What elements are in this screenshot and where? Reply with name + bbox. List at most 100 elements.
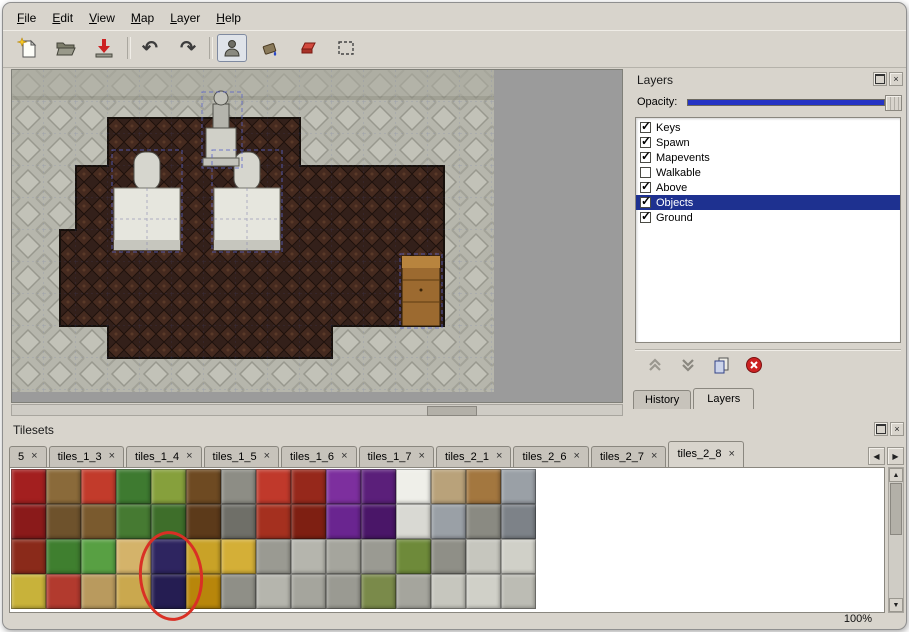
panel-close-button[interactable]: × <box>890 422 904 436</box>
tab-close-icon[interactable]: × <box>341 451 347 462</box>
tileset-tile[interactable] <box>501 469 536 504</box>
map-canvas[interactable] <box>11 69 623 403</box>
selection-tool-button[interactable] <box>331 34 361 62</box>
panel-float-button[interactable] <box>874 422 888 436</box>
tileset-palette[interactable] <box>9 467 885 613</box>
tab-close-icon[interactable]: × <box>574 451 580 462</box>
tileset-tile[interactable] <box>256 574 291 609</box>
tileset-tile[interactable] <box>361 469 396 504</box>
raise-layer-button[interactable] <box>643 353 667 377</box>
tileset-tile[interactable] <box>256 469 291 504</box>
tileset-tile[interactable] <box>326 504 361 539</box>
open-file-button[interactable] <box>51 34 81 62</box>
layer-row-ground[interactable]: Ground <box>636 210 900 225</box>
panel-float-button[interactable] <box>873 72 887 86</box>
eraser-tool-button[interactable] <box>293 34 323 62</box>
opacity-slider[interactable] <box>687 99 885 106</box>
tileset-tile[interactable] <box>396 469 431 504</box>
tileset-tile[interactable] <box>11 574 46 609</box>
tab-close-icon[interactable]: × <box>109 451 115 462</box>
tileset-tile[interactable] <box>221 504 256 539</box>
layer-row-above[interactable]: Above <box>636 180 900 195</box>
tab-close-icon[interactable]: × <box>728 449 734 460</box>
scroll-up-button[interactable]: ▲ <box>889 468 903 482</box>
tileset-tile[interactable] <box>431 504 466 539</box>
menu-layer[interactable]: Layer <box>162 8 208 28</box>
tileset-tile[interactable] <box>291 504 326 539</box>
tileset-tab[interactable]: 5 × <box>9 446 47 467</box>
tab-close-icon[interactable]: × <box>419 451 425 462</box>
lower-layer-button[interactable] <box>676 353 700 377</box>
layer-checkbox[interactable] <box>640 197 651 208</box>
stamp-tool-button[interactable] <box>217 34 247 62</box>
tileset-tile[interactable] <box>291 469 326 504</box>
tileset-tile[interactable] <box>326 539 361 574</box>
layer-row-walkable[interactable]: Walkable <box>636 165 900 180</box>
scrollbar-thumb[interactable] <box>890 483 902 535</box>
tileset-tab[interactable]: tiles_2_1 × <box>436 446 511 467</box>
opacity-slider-handle[interactable] <box>885 95 902 111</box>
redo-button[interactable]: ↷ <box>173 34 203 62</box>
tab-close-icon[interactable]: × <box>651 451 657 462</box>
tileset-tile[interactable] <box>431 539 466 574</box>
fill-tool-button[interactable] <box>255 34 285 62</box>
tileset-tile[interactable] <box>46 574 81 609</box>
delete-layer-button[interactable] <box>742 353 766 377</box>
tileset-tile[interactable] <box>11 539 46 574</box>
tileset-tile[interactable] <box>81 574 116 609</box>
tileset-tile[interactable] <box>46 504 81 539</box>
duplicate-layer-button[interactable] <box>709 353 733 377</box>
menu-help[interactable]: Help <box>208 8 249 28</box>
tab-close-icon[interactable]: × <box>496 451 502 462</box>
tileset-tile[interactable] <box>431 469 466 504</box>
scroll-tabs-right-button[interactable]: ▶ <box>887 447 904 465</box>
tileset-tile[interactable] <box>431 574 466 609</box>
tileset-tile[interactable] <box>361 539 396 574</box>
tileset-tile[interactable] <box>11 504 46 539</box>
tileset-tile[interactable] <box>291 539 326 574</box>
tileset-tile[interactable] <box>11 469 46 504</box>
tileset-tile[interactable] <box>501 574 536 609</box>
tileset-tile[interactable] <box>326 574 361 609</box>
tileset-tile[interactable] <box>291 574 326 609</box>
layer-row-objects[interactable]: Objects <box>636 195 900 210</box>
tileset-tab[interactable]: tiles_2_6 × <box>513 446 588 467</box>
tileset-tile[interactable] <box>46 539 81 574</box>
menu-view[interactable]: View <box>81 8 123 28</box>
scroll-down-button[interactable]: ▼ <box>889 598 903 612</box>
scrollbar-thumb[interactable] <box>427 406 477 416</box>
tileset-tile[interactable] <box>221 539 256 574</box>
tileset-tile[interactable] <box>396 504 431 539</box>
tileset-tile[interactable] <box>116 469 151 504</box>
save-button[interactable] <box>89 34 119 62</box>
tileset-tile[interactable] <box>186 469 221 504</box>
tileset-tile[interactable] <box>396 574 431 609</box>
tileset-tile[interactable] <box>256 539 291 574</box>
tab-close-icon[interactable]: × <box>31 451 37 462</box>
map-horizontal-scrollbar[interactable] <box>11 404 623 416</box>
tileset-tab[interactable]: tiles_2_8 × <box>668 441 743 467</box>
tileset-tab[interactable]: tiles_1_5 × <box>204 446 279 467</box>
tileset-tile[interactable] <box>501 504 536 539</box>
tileset-tile[interactable] <box>501 539 536 574</box>
menu-edit[interactable]: Edit <box>44 8 81 28</box>
tileset-tile[interactable] <box>81 539 116 574</box>
tileset-tile[interactable] <box>116 504 151 539</box>
tileset-tile[interactable] <box>466 504 501 539</box>
panel-close-button[interactable]: × <box>889 72 903 86</box>
tab-close-icon[interactable]: × <box>186 451 192 462</box>
tileset-tile[interactable] <box>466 574 501 609</box>
new-file-button[interactable] <box>13 34 43 62</box>
tileset-tile[interactable] <box>221 469 256 504</box>
tileset-tile[interactable] <box>396 539 431 574</box>
layer-checkbox[interactable] <box>640 167 651 178</box>
layer-row-mapevents[interactable]: Mapevents <box>636 150 900 165</box>
scroll-tabs-left-button[interactable]: ◀ <box>868 447 885 465</box>
tileset-tile[interactable] <box>466 539 501 574</box>
tileset-tab[interactable]: tiles_1_6 × <box>281 446 356 467</box>
tileset-tile[interactable] <box>361 504 396 539</box>
tab-history[interactable]: History <box>633 390 691 409</box>
tileset-tile[interactable] <box>186 504 221 539</box>
tileset-tile[interactable] <box>466 469 501 504</box>
tileset-tab[interactable]: tiles_1_7 × <box>359 446 434 467</box>
